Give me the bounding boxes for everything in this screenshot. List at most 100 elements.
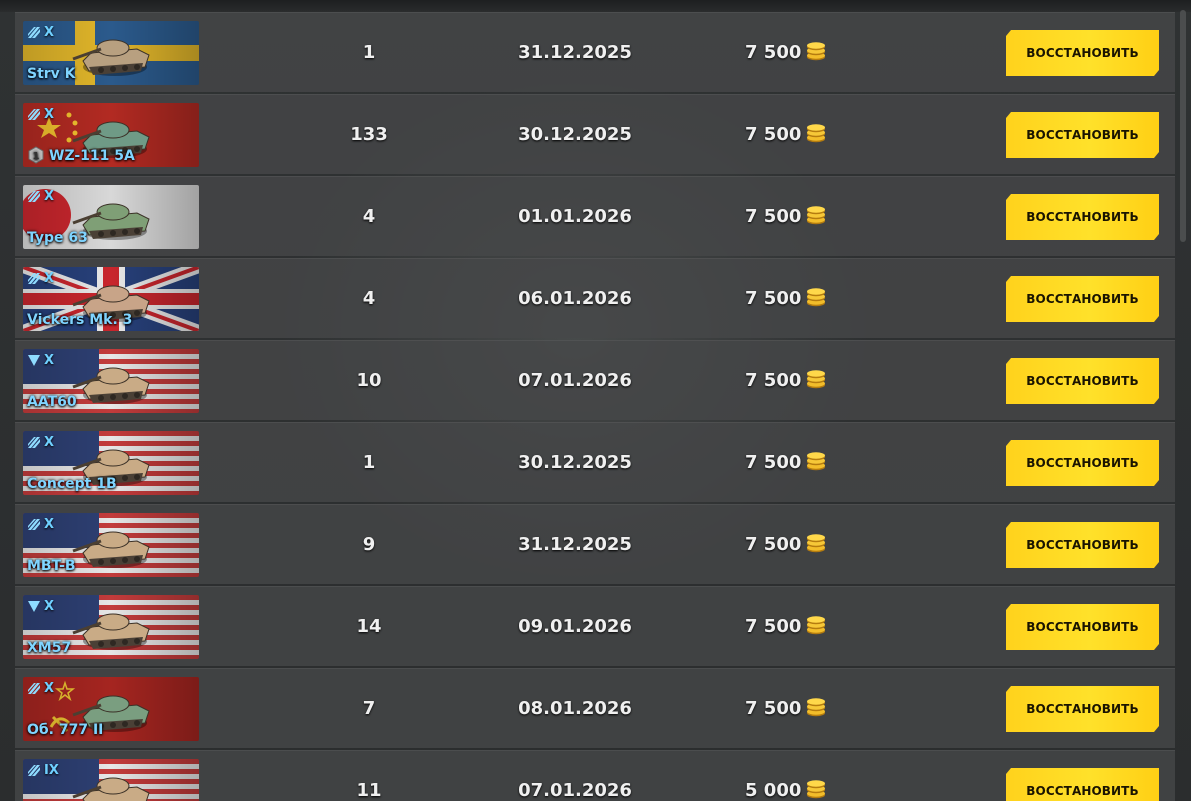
battles-count: 1 <box>362 452 376 473</box>
gold-coins-icon <box>805 754 827 799</box>
price-value: 7 500 <box>745 42 802 63</box>
vehicle-thumbnail: X XM57 <box>23 595 199 659</box>
vehicle-name: Concept 1B <box>27 476 117 492</box>
tank-destroyer-icon <box>28 355 40 366</box>
heavy-tank-icon <box>28 519 40 530</box>
price-value: 7 500 <box>745 124 802 145</box>
gold-coins-icon <box>805 508 827 553</box>
gold-coins-icon <box>805 262 827 307</box>
vehicle-row: X Type 63 4 01.01.2026 7 500 ВОССТАНОВИТ… <box>15 176 1175 256</box>
restore-deadline-date: 31.12.2025 <box>518 534 632 555</box>
vehicle-name: Vickers Mk. 3 <box>27 312 133 328</box>
vehicle-name: XM57 <box>27 640 72 656</box>
battles-count: 9 <box>362 534 376 555</box>
vehicle-tier: X <box>44 189 55 204</box>
tank-icon <box>71 23 155 83</box>
restore-price: 7 500 <box>745 423 875 503</box>
restore-button[interactable]: ВОССТАНОВИТЬ <box>1006 768 1159 801</box>
restore-button[interactable]: ВОССТАНОВИТЬ <box>1006 358 1159 404</box>
vehicle-thumbnail: X Type 63 <box>23 185 199 249</box>
gold-coins-icon <box>805 672 827 717</box>
battles-count: 11 <box>356 780 382 801</box>
heavy-tank-icon <box>28 765 40 776</box>
price-value: 7 500 <box>745 452 802 473</box>
heavy-tank-icon <box>28 683 40 694</box>
price-value: 7 500 <box>745 534 802 555</box>
vehicle-name-wrap: AAT60 <box>27 394 77 410</box>
vehicle-row: X MBT-B 9 31.12.2025 7 500 ВОССТАНОВИТЬ <box>15 504 1175 584</box>
tank-destroyer-icon <box>28 601 40 612</box>
vehicle-thumbnail: X AAT60 <box>23 349 199 413</box>
price-value: 5 000 <box>745 780 802 801</box>
vehicle-tier: IX <box>44 763 59 778</box>
vehicle-tier: X <box>44 435 55 450</box>
heavy-tank-icon <box>28 437 40 448</box>
vehicle-row: X Vickers Mk. 3 4 06.01.2026 7 500 ВОССТ… <box>15 258 1175 338</box>
vehicle-tier: X <box>44 353 55 368</box>
vehicle-name-wrap: MBT-B <box>27 558 76 574</box>
vehicle-name: WZ-111 5A <box>49 148 135 164</box>
vehicle-name-wrap: 1 WZ-111 5A <box>27 146 135 164</box>
restore-deadline-date: 09.01.2026 <box>518 616 632 637</box>
restore-price: 7 500 <box>745 259 875 339</box>
mastery-badge-icon: 1 <box>28 146 44 164</box>
restore-button[interactable]: ВОССТАНОВИТЬ <box>1006 276 1159 322</box>
vehicle-name-wrap: XM57 <box>27 640 71 656</box>
gold-coins-icon <box>805 590 827 635</box>
vehicle-tier: X <box>44 107 55 122</box>
battles-count: 10 <box>356 370 382 391</box>
restore-button[interactable]: ВОССТАНОВИТЬ <box>1006 604 1159 650</box>
vehicle-tier: X <box>44 681 55 696</box>
restore-deadline-date: 06.01.2026 <box>518 288 632 309</box>
restore-button[interactable]: ВОССТАНОВИТЬ <box>1006 30 1159 76</box>
heavy-tank-icon <box>28 27 40 38</box>
tank-icon <box>71 597 155 657</box>
vehicle-thumbnail: IX <box>23 759 199 801</box>
vehicle-tier: X <box>44 517 55 532</box>
vehicle-name: AAT60 <box>27 394 77 410</box>
vehicle-row: X AAT60 10 07.01.2026 7 500 ВОССТАНОВИТЬ <box>15 340 1175 420</box>
battles-count: 1 <box>362 42 376 63</box>
heavy-tank-icon <box>28 191 40 202</box>
restore-button[interactable]: ВОССТАНОВИТЬ <box>1006 686 1159 732</box>
vehicle-thumbnail: X Concept 1B <box>23 431 199 495</box>
restore-button[interactable]: ВОССТАНОВИТЬ <box>1006 194 1159 240</box>
restore-deadline-date: 30.12.2025 <box>518 452 632 473</box>
vehicle-name-wrap: Vickers Mk. 3 <box>27 312 132 328</box>
restore-button[interactable]: ВОССТАНОВИТЬ <box>1006 522 1159 568</box>
battles-count: 14 <box>356 616 382 637</box>
price-value: 7 500 <box>745 370 802 391</box>
svg-text:1: 1 <box>33 151 40 162</box>
vehicle-tier: X <box>44 25 55 40</box>
vehicle-row: X Strv K 1 31.12.2025 7 500 ВОССТАНОВИТЬ <box>15 12 1175 92</box>
restore-price: 7 500 <box>745 669 875 749</box>
battles-count: 4 <box>362 206 376 227</box>
restore-price: 7 500 <box>745 177 875 257</box>
vehicle-thumbnail: X Об. 777 II <box>23 677 199 741</box>
vehicle-row: IX 11 07.01.2026 5 000 ВОССТАНОВИТЬ <box>15 750 1175 801</box>
vehicle-row: X Concept 1B 1 30.12.2025 7 500 ВОССТАНО… <box>15 422 1175 502</box>
restore-button[interactable]: ВОССТАНОВИТЬ <box>1006 112 1159 158</box>
vehicle-name: MBT-B <box>27 558 76 574</box>
scrollbar[interactable] <box>1180 10 1186 242</box>
vehicle-row: X Об. 777 II 7 08.01.2026 7 500 ВОССТАНО… <box>15 668 1175 748</box>
restore-price: 5 000 <box>745 751 875 801</box>
restore-deadline-date: 07.01.2026 <box>518 780 632 801</box>
restore-deadline-date: 01.01.2026 <box>518 206 632 227</box>
vehicle-name-wrap: Concept 1B <box>27 476 117 492</box>
restore-deadline-date: 08.01.2026 <box>518 698 632 719</box>
restore-price: 7 500 <box>745 95 875 175</box>
gold-coins-icon <box>805 98 827 143</box>
restore-price: 7 500 <box>745 505 875 585</box>
vehicle-restore-list: X Strv K 1 31.12.2025 7 500 ВОССТАНОВИТЬ… <box>15 12 1175 801</box>
vehicle-thumbnail: X Vickers Mk. 3 <box>23 267 199 331</box>
vehicle-name: Strv K <box>27 66 76 82</box>
restore-button[interactable]: ВОССТАНОВИТЬ <box>1006 440 1159 486</box>
vehicle-tier: X <box>44 271 55 286</box>
vehicle-row: X 1 WZ-111 5A 133 30.12.2025 7 500 ВОССТА… <box>15 94 1175 174</box>
tank-icon <box>71 515 155 575</box>
vehicle-thumbnail: X MBT-B <box>23 513 199 577</box>
vehicle-thumbnail: X Strv K <box>23 21 199 85</box>
vehicle-thumbnail: X 1 WZ-111 5A <box>23 103 199 167</box>
top-edge <box>0 0 1191 12</box>
